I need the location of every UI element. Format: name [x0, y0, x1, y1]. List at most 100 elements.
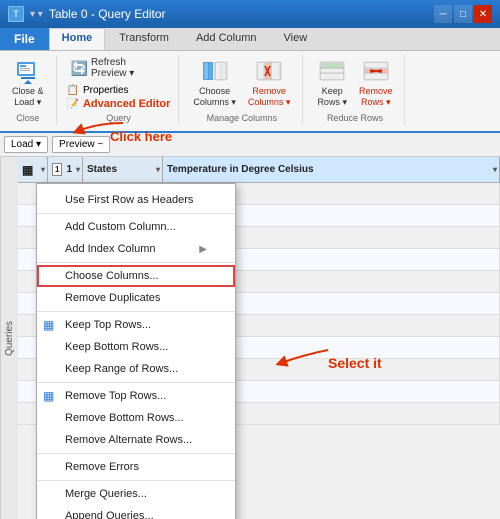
choose-columns-item[interactable]: Choose Columns... [37, 265, 235, 287]
use-first-row-label: Use First Row as Headers [65, 194, 193, 206]
append-queries-item[interactable]: Append Queries... [37, 505, 235, 519]
close-load-label: Close & Load ▾ [12, 86, 44, 108]
main-area: Queries ▦ ▾ 1 1 ▾ States ▾ Temperature i… [0, 157, 500, 519]
add-index-column-label: Add Index Column [65, 243, 156, 255]
close-button[interactable]: ✕ [474, 5, 492, 23]
quick-access: ▾ ▾ [30, 9, 43, 20]
choose-columns-label: ChooseColumns ▾ [193, 86, 236, 108]
choose-columns-button[interactable]: ChooseColumns ▾ [189, 55, 240, 111]
manage-columns-label: Manage Columns [207, 113, 278, 123]
menu-section-2: Add Custom Column... Add Index Column ▶ [37, 214, 235, 263]
queries-label: Queries [4, 321, 15, 356]
col-type-icon-num: 1 [52, 163, 62, 176]
use-first-row-item[interactable]: Use First Row as Headers [37, 189, 235, 211]
add-index-column-item[interactable]: Add Index Column ▶ [37, 238, 235, 260]
remove-duplicates-item[interactable]: Remove Duplicates [37, 287, 235, 309]
choose-columns-menu-label: Choose Columns... [65, 270, 159, 282]
window-controls[interactable]: ─ □ ✕ [434, 5, 492, 23]
refresh-preview-button[interactable]: 🔄 RefreshPreview ▾ [67, 55, 171, 81]
menu-section-3: Choose Columns... Remove Duplicates [37, 263, 235, 312]
col-header-menu[interactable]: ▦ ▾ [18, 157, 48, 182]
refresh-label: RefreshPreview ▾ [91, 57, 134, 79]
remove-rows-icon [362, 58, 390, 86]
remove-bottom-rows-item[interactable]: Remove Bottom Rows... [37, 407, 235, 429]
merge-queries-label: Merge Queries... [65, 488, 147, 500]
preview-button[interactable]: Preview ~ [52, 136, 110, 153]
remove-columns-label: RemoveColumns ▾ [248, 86, 291, 108]
col-dropdown-icon: ▾ [41, 165, 45, 174]
toolbar-row: Load ▾ Preview ~ [0, 133, 500, 157]
keep-rows-button[interactable]: KeepRows ▾ [313, 55, 351, 111]
col-header-states[interactable]: States ▾ [83, 157, 163, 182]
choose-columns-icon [201, 58, 229, 86]
load-button[interactable]: Load ▾ [4, 136, 48, 153]
minimize-button[interactable]: ─ [434, 5, 452, 23]
file-tab[interactable]: File [0, 28, 49, 50]
advanced-editor-label[interactable]: Advanced Editor [83, 98, 170, 110]
transform-tab[interactable]: Transform [106, 28, 182, 50]
col-num-dropdown: ▾ [76, 165, 80, 174]
remove-rows-label: RemoveRows ▾ [359, 86, 393, 108]
merge-queries-item[interactable]: Merge Queries... [37, 483, 235, 505]
close-load-button[interactable]: Close & Load ▾ [8, 55, 48, 111]
maximize-button[interactable]: □ [454, 5, 472, 23]
keep-range-rows-label: Keep Range of Rows... [65, 363, 178, 375]
close-group-label: Close [16, 113, 39, 123]
submenu-arrow-icon: ▶ [199, 244, 207, 255]
properties-icon: 📋 [67, 85, 79, 96]
keep-range-rows-item[interactable]: Keep Range of Rows... [37, 358, 235, 380]
dropdown-menu: Use First Row as Headers Add Custom Colu… [36, 183, 236, 519]
queries-sidebar: Queries [0, 157, 18, 519]
remove-top-icon: ▦ [43, 389, 54, 403]
keep-bottom-rows-item[interactable]: Keep Bottom Rows... [37, 336, 235, 358]
view-tab[interactable]: View [271, 28, 321, 50]
title-bar: T ▾ ▾ Table 0 - Query Editor ─ □ ✕ [0, 0, 500, 28]
remove-bottom-rows-label: Remove Bottom Rows... [65, 412, 184, 424]
properties-label[interactable]: Properties [83, 85, 129, 96]
ribbon-tabs: File Home Transform Add Column View [0, 28, 500, 51]
menu-section-4: ▦ Keep Top Rows... Keep Bottom Rows... K… [37, 312, 235, 383]
col-header-states-label: States [87, 164, 117, 175]
remove-top-rows-label: Remove Top Rows... [65, 390, 166, 402]
add-custom-column-label: Add Custom Column... [65, 221, 176, 233]
keep-top-rows-label: Keep Top Rows... [65, 319, 151, 331]
remove-errors-label: Remove Errors [65, 461, 139, 473]
keep-top-rows-item[interactable]: ▦ Keep Top Rows... [37, 314, 235, 336]
app-icon: T [8, 6, 24, 22]
col-header-number[interactable]: 1 1 ▾ [48, 157, 83, 182]
col-header-temp-label: Temperature in Degree Celsius [167, 164, 314, 175]
remove-top-rows-item[interactable]: ▦ Remove Top Rows... [37, 385, 235, 407]
menu-section-7: Merge Queries... Append Queries... [37, 481, 235, 519]
remove-errors-item[interactable]: Remove Errors [37, 456, 235, 478]
menu-section-6: Remove Errors [37, 454, 235, 481]
title-text: Table 0 - Query Editor [49, 7, 166, 21]
col-temp-dropdown: ▾ [493, 165, 497, 174]
reduce-rows-label: Reduce Rows [327, 113, 383, 123]
remove-columns-icon [255, 58, 283, 86]
col-header-temp[interactable]: Temperature in Degree Celsius ▾ [163, 157, 500, 182]
ribbon-content: Close & Load ▾ Close 🔄 RefreshPreview ▾ … [0, 51, 500, 133]
reduce-rows-group: KeepRows ▾ RemoveRows ▾ [311, 55, 405, 125]
table-menu-icon: ▦ [22, 163, 33, 177]
advanced-editor-icon: 📝 [67, 99, 79, 110]
close-load-icon [14, 58, 42, 86]
home-tab[interactable]: Home [49, 28, 106, 50]
refresh-icon: 🔄 [71, 60, 88, 77]
keep-top-icon: ▦ [43, 318, 54, 332]
keep-bottom-rows-label: Keep Bottom Rows... [65, 341, 168, 353]
remove-alternate-rows-label: Remove Alternate Rows... [65, 434, 192, 446]
manage-columns-group: ChooseColumns ▾ RemoveColumns ▾ [187, 55, 303, 125]
col-number-label: 1 [66, 164, 72, 175]
menu-section-1: Use First Row as Headers [37, 187, 235, 214]
add-column-tab[interactable]: Add Column [183, 28, 270, 50]
remove-alternate-rows-item[interactable]: Remove Alternate Rows... [37, 429, 235, 451]
remove-duplicates-label: Remove Duplicates [65, 292, 160, 304]
add-custom-column-item[interactable]: Add Custom Column... [37, 216, 235, 238]
remove-columns-button[interactable]: RemoveColumns ▾ [244, 55, 295, 111]
remove-rows-button[interactable]: RemoveRows ▾ [355, 55, 397, 111]
query-group-label: Query [106, 113, 131, 123]
close-group: Close & Load ▾ Close [6, 55, 57, 125]
col-states-dropdown: ▾ [156, 165, 160, 174]
query-group: 🔄 RefreshPreview ▾ 📋 Properties 📝 Advanc… [65, 55, 180, 125]
table-area: ▦ ▾ 1 1 ▾ States ▾ Temperature in Degree… [18, 157, 500, 519]
